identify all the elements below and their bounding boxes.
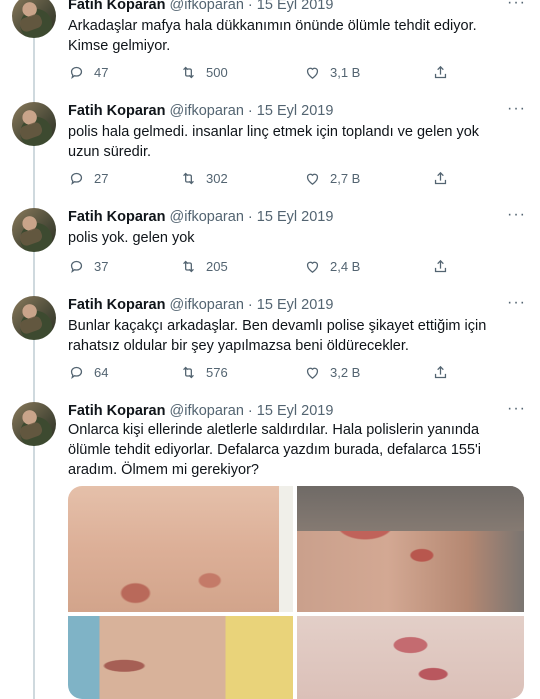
author-name[interactable]: Fatih Koparan <box>68 103 165 119</box>
retweet-count: 302 <box>206 171 228 186</box>
author-name[interactable]: Fatih Koparan <box>68 0 165 13</box>
tweet-text: polis hala gelmedi. insanlar linç etmek … <box>68 124 480 160</box>
more-options-icon[interactable]: ··· <box>507 294 526 312</box>
tweet[interactable]: Fatih Koparan @ifkoparan · 15 Eyl 2019 ·… <box>0 292 540 390</box>
share-button[interactable] <box>432 170 449 187</box>
author-handle[interactable]: @ifkoparan <box>170 209 244 225</box>
tweet[interactable]: Fatih Koparan @ifkoparan · 15 Eyl 2019 ·… <box>0 0 540 92</box>
avatar[interactable] <box>12 102 56 146</box>
reply-button[interactable]: 27 <box>68 170 108 187</box>
like-button[interactable]: 2,4 B <box>304 258 360 275</box>
share-button[interactable] <box>432 64 449 81</box>
reply-count: 27 <box>94 171 109 186</box>
retweet-button[interactable]: 576 <box>180 364 228 381</box>
separator: · <box>247 0 253 13</box>
tweet-date[interactable]: 15 Eyl 2019 <box>257 0 334 13</box>
share-button[interactable] <box>432 364 449 381</box>
tweet-date[interactable]: 15 Eyl 2019 <box>257 403 334 419</box>
author-name[interactable]: Fatih Koparan <box>68 297 165 313</box>
like-count: 2,4 B <box>330 259 361 274</box>
retweet-count: 205 <box>206 259 228 274</box>
tweet-actions: 64 576 3,2 B <box>68 364 448 384</box>
media-grid <box>68 486 524 699</box>
tweet-actions: 47 500 3,1 B <box>68 64 448 84</box>
reply-count: 37 <box>94 259 109 274</box>
more-options-icon[interactable]: ··· <box>507 0 526 12</box>
author-name[interactable]: Fatih Koparan <box>68 209 165 225</box>
tweet-thread: Fatih Koparan @ifkoparan · 15 Eyl 2019 ·… <box>0 0 540 699</box>
share-icon <box>434 259 447 273</box>
avatar[interactable] <box>12 296 56 340</box>
photo-ear-wound[interactable] <box>297 486 524 612</box>
tweet-header: Fatih Koparan @ifkoparan · 15 Eyl 2019 <box>68 102 333 120</box>
reply-icon <box>70 66 83 80</box>
reply-icon <box>70 172 83 186</box>
more-options-icon[interactable]: ··· <box>507 206 526 224</box>
separator: · <box>247 403 253 419</box>
more-options-icon[interactable]: ··· <box>507 400 526 418</box>
retweet-icon <box>183 66 194 79</box>
tweet-date[interactable]: 15 Eyl 2019 <box>257 103 334 119</box>
retweet-count: 576 <box>206 365 228 380</box>
like-count: 3,2 B <box>330 365 361 380</box>
reply-button[interactable]: 64 <box>68 364 108 381</box>
reply-icon <box>70 260 83 274</box>
reply-count: 47 <box>94 65 109 80</box>
avatar[interactable] <box>12 402 56 446</box>
reply-button[interactable]: 47 <box>68 64 108 81</box>
author-name[interactable]: Fatih Koparan <box>68 403 165 419</box>
avatar[interactable] <box>12 208 56 252</box>
author-handle[interactable]: @ifkoparan <box>170 297 244 313</box>
retweet-count: 500 <box>206 65 228 80</box>
reply-button[interactable]: 37 <box>68 258 108 275</box>
retweet-button[interactable]: 302 <box>180 170 228 187</box>
share-button[interactable] <box>432 258 449 275</box>
separator: · <box>247 103 253 119</box>
like-button[interactable]: 3,2 B <box>304 364 360 381</box>
like-icon <box>306 67 319 79</box>
tweet-header: Fatih Koparan @ifkoparan · 15 Eyl 2019 <box>68 0 333 14</box>
more-options-icon[interactable]: ··· <box>507 100 526 118</box>
avatar[interactable] <box>12 0 56 38</box>
photo-back-wounds[interactable] <box>68 486 293 612</box>
tweet-actions: 27 302 2,7 B <box>68 170 448 190</box>
tweet-text: Bunlar kaçakçı arkadaşlar. Ben devamlı p… <box>68 318 487 354</box>
tweet-header: Fatih Koparan @ifkoparan · 15 Eyl 2019 <box>68 296 333 314</box>
reply-icon <box>70 366 83 380</box>
retweet-button[interactable]: 500 <box>180 64 228 81</box>
retweet-button[interactable]: 205 <box>180 258 228 275</box>
like-count: 2,7 B <box>330 171 361 186</box>
tweet-header: Fatih Koparan @ifkoparan · 15 Eyl 2019 <box>68 208 333 226</box>
tweet-date[interactable]: 15 Eyl 2019 <box>257 209 334 225</box>
share-icon <box>434 365 447 379</box>
author-handle[interactable]: @ifkoparan <box>170 403 244 419</box>
photo-arm-wound[interactable] <box>68 616 293 699</box>
tweet[interactable]: Fatih Koparan @ifkoparan · 15 Eyl 2019 ·… <box>0 204 540 284</box>
retweet-icon <box>183 172 194 185</box>
like-count: 3,1 B <box>330 65 361 80</box>
tweet-text: Arkadaşlar mafya hala dükkanımın önünde … <box>68 18 477 54</box>
reply-count: 64 <box>94 365 109 380</box>
tweet-actions: 37 205 2,4 B <box>68 258 448 278</box>
photo-skin-wound[interactable] <box>297 616 524 699</box>
tweet-date[interactable]: 15 Eyl 2019 <box>257 297 334 313</box>
author-handle[interactable]: @ifkoparan <box>170 103 244 119</box>
tweet-text: polis yok. gelen yok <box>68 230 195 246</box>
share-icon <box>434 65 447 79</box>
separator: · <box>247 209 253 225</box>
like-icon <box>306 173 319 185</box>
separator: · <box>247 297 253 313</box>
like-button[interactable]: 2,7 B <box>304 170 360 187</box>
retweet-icon <box>183 366 194 379</box>
like-icon <box>306 261 319 273</box>
tweet-text: Onlarca kişi ellerinde aletlerle saldırd… <box>68 422 482 478</box>
like-icon <box>306 367 319 379</box>
tweet-header: Fatih Koparan @ifkoparan · 15 Eyl 2019 <box>68 402 333 420</box>
author-handle[interactable]: @ifkoparan <box>170 0 244 13</box>
tweet[interactable]: Fatih Koparan @ifkoparan · 15 Eyl 2019 ·… <box>0 98 540 190</box>
like-button[interactable]: 3,1 B <box>304 64 360 81</box>
retweet-icon <box>183 260 194 273</box>
share-icon <box>434 171 447 185</box>
